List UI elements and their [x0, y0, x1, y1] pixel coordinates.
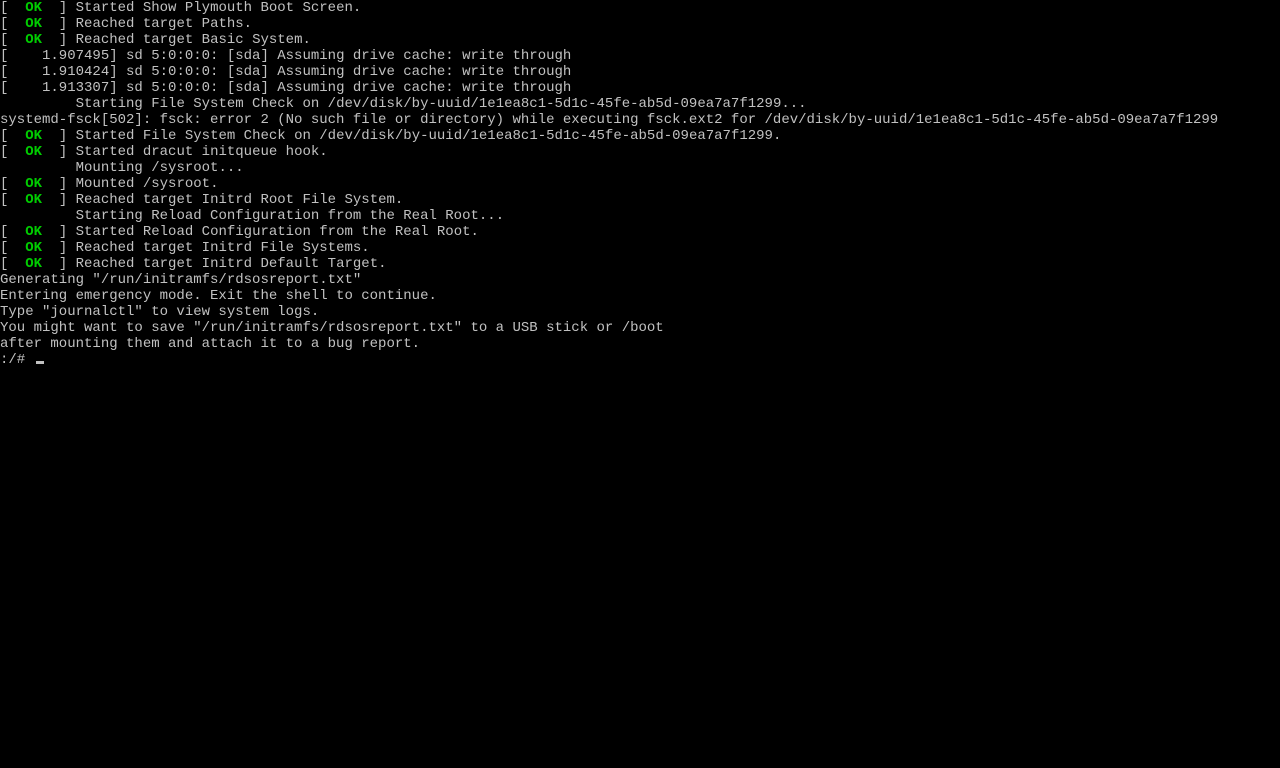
status-ok: OK — [25, 0, 42, 16]
boot-message: Mounted /sysroot. — [76, 176, 219, 192]
status-ok: OK — [25, 240, 42, 256]
status-ok: OK — [25, 224, 42, 240]
boot-line-indent: Starting File System Check on /dev/disk/… — [0, 96, 1280, 112]
status-ok: OK — [25, 32, 42, 48]
kernel-message: sd 5:0:0:0: [sda] Assuming drive cache: … — [126, 80, 571, 96]
boot-line-ok: [ OK ] Started File System Check on /dev… — [0, 128, 1280, 144]
boot-message: Started dracut initqueue hook. — [76, 144, 328, 160]
boot-message: Started Reload Configuration from the Re… — [76, 224, 479, 240]
boot-line-ok: [ OK ] Started Show Plymouth Boot Screen… — [0, 0, 1280, 16]
shell-prompt-line[interactable]: :/# — [0, 352, 1280, 368]
boot-message: Reached target Paths. — [76, 16, 252, 32]
status-ok: OK — [25, 144, 42, 160]
boot-line-ok: [ OK ] Reached target Initrd Default Tar… — [0, 256, 1280, 272]
boot-line: You might want to save "/run/initramfs/r… — [0, 320, 1280, 336]
status-ok: OK — [25, 256, 42, 272]
status-ok: OK — [25, 16, 42, 32]
boot-message: Started Show Plymouth Boot Screen. — [76, 0, 362, 16]
status-ok: OK — [25, 128, 42, 144]
boot-message: Starting File System Check on /dev/disk/… — [76, 96, 807, 112]
cursor — [36, 361, 44, 364]
boot-line-indent: Mounting /sysroot... — [0, 160, 1280, 176]
boot-message: Reached target Initrd Default Target. — [76, 256, 387, 272]
boot-line-kernel: [ 1.910424] sd 5:0:0:0: [sda] Assuming d… — [0, 64, 1280, 80]
boot-message: Started File System Check on /dev/disk/b… — [76, 128, 782, 144]
boot-line-ok: [ OK ] Started Reload Configuration from… — [0, 224, 1280, 240]
boot-line-ok: [ OK ] Mounted /sysroot. — [0, 176, 1280, 192]
boot-line-ok: [ OK ] Reached target Initrd Root File S… — [0, 192, 1280, 208]
boot-message: Reached target Basic System. — [76, 32, 311, 48]
boot-line-ok: [ OK ] Started dracut initqueue hook. — [0, 144, 1280, 160]
kernel-message: sd 5:0:0:0: [sda] Assuming drive cache: … — [126, 64, 571, 80]
boot-message: Reached target Initrd Root File System. — [76, 192, 404, 208]
boot-message: Starting Reload Configuration from the R… — [76, 208, 504, 224]
boot-line: Generating "/run/initramfs/rdsosreport.t… — [0, 272, 1280, 288]
status-ok: OK — [25, 192, 42, 208]
status-ok: OK — [25, 176, 42, 192]
boot-line: after mounting them and attach it to a b… — [0, 336, 1280, 352]
kernel-message: sd 5:0:0:0: [sda] Assuming drive cache: … — [126, 48, 571, 64]
boot-line-indent: Starting Reload Configuration from the R… — [0, 208, 1280, 224]
boot-line: Entering emergency mode. Exit the shell … — [0, 288, 1280, 304]
boot-line-kernel: [ 1.913307] sd 5:0:0:0: [sda] Assuming d… — [0, 80, 1280, 96]
boot-console[interactable]: [ OK ] Started Show Plymouth Boot Screen… — [0, 0, 1280, 368]
boot-line: Type "journalctl" to view system logs. — [0, 304, 1280, 320]
boot-line: systemd-fsck[502]: fsck: error 2 (No suc… — [0, 112, 1280, 128]
boot-line-ok: [ OK ] Reached target Initrd File System… — [0, 240, 1280, 256]
boot-line-ok: [ OK ] Reached target Paths. — [0, 16, 1280, 32]
boot-line-kernel: [ 1.907495] sd 5:0:0:0: [sda] Assuming d… — [0, 48, 1280, 64]
boot-line-ok: [ OK ] Reached target Basic System. — [0, 32, 1280, 48]
shell-prompt: :/# — [0, 352, 34, 368]
boot-message: Mounting /sysroot... — [76, 160, 244, 176]
boot-message: Reached target Initrd File Systems. — [76, 240, 370, 256]
